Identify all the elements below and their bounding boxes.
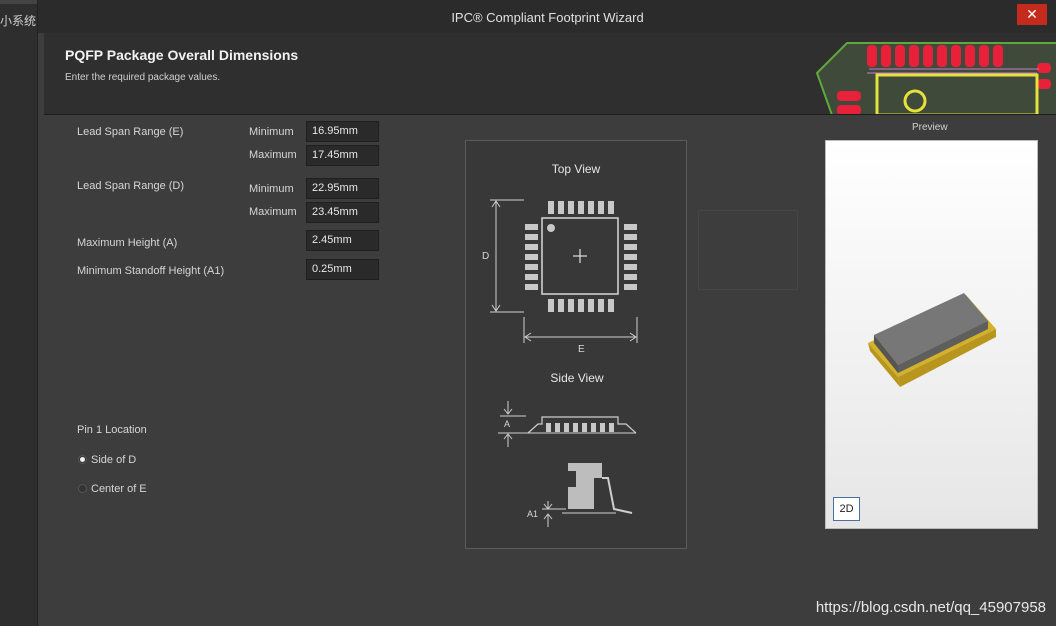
lead-span-d-min-input[interactable]: 22.95mm (306, 178, 379, 199)
pin1-side-of-d-label[interactable]: Side of D (91, 454, 136, 466)
pin1-side-of-d-radio[interactable] (78, 455, 87, 464)
dim-a-label: A (504, 419, 510, 429)
dim-d-label: D (482, 251, 489, 262)
lead-span-d-max-input[interactable]: 23.45mm (306, 202, 379, 223)
background-ghost-panel (698, 210, 798, 290)
lead-span-d-max-label: Maximum (249, 206, 297, 218)
window-title: IPC® Compliant Footprint Wizard (451, 10, 644, 25)
background-app-sidebar: 小系统 (0, 0, 37, 626)
max-height-label: Maximum Height (A) (77, 237, 178, 249)
side-view-drawing (498, 401, 637, 447)
min-standoff-input[interactable]: 0.25mm (306, 259, 379, 280)
screen: 小系统 IPC® Compliant Footprint Wizard ✕ PQ… (0, 0, 1056, 626)
lead-span-e-label: Lead Span Range (E) (77, 126, 184, 138)
pcb-banner-art (807, 33, 1056, 114)
pin1-center-of-e-radio[interactable] (78, 484, 87, 493)
background-top-strip (0, 0, 37, 4)
watermark-url: https://blog.csdn.net/qq_45907958 (815, 599, 1046, 616)
dim-e-label: E (578, 344, 585, 355)
3d-preview-pane[interactable]: 2D (825, 140, 1038, 529)
min-standoff-label: Minimum Standoff Height (A1) (77, 265, 225, 277)
lead-span-e-min-label: Minimum (249, 126, 294, 138)
pin1-center-of-e-label[interactable]: Center of E (91, 483, 147, 495)
dimension-e-line (523, 317, 638, 343)
view-mode-2d-button[interactable]: 2D (833, 497, 860, 521)
background-app-text: 小系统 (0, 14, 37, 28)
diagram-drawing: Top View D E Side View A A1 (482, 162, 638, 527)
lead-span-d-min-label: Minimum (249, 183, 294, 195)
lead-span-e-max-input[interactable]: 17.45mm (306, 145, 379, 166)
top-view-label: Top View (552, 162, 601, 176)
lead-span-e-min-input[interactable]: 16.95mm (306, 121, 379, 142)
standoff-detail-drawing (542, 463, 633, 527)
pin1-marker-dot (547, 224, 555, 232)
lead-span-e-max-label: Maximum (249, 149, 297, 161)
lead-span-d-label: Lead Span Range (D) (77, 180, 185, 192)
wizard-header: PQFP Package Overall Dimensions Enter th… (44, 33, 1056, 115)
preview-label: Preview (912, 122, 948, 133)
close-button[interactable]: ✕ (1017, 4, 1047, 25)
dimension-d-line (490, 199, 524, 313)
page-subtitle: Enter the required package values. (65, 72, 221, 83)
dim-a1-label: A1 (527, 509, 538, 519)
chip-3d-model (868, 293, 996, 387)
pin1-location-label: Pin 1 Location (77, 424, 147, 436)
page-title: PQFP Package Overall Dimensions (65, 47, 299, 63)
side-view-label: Side View (550, 371, 603, 385)
dimension-diagram: Top View D E Side View A A1 (465, 140, 687, 549)
title-bar[interactable]: IPC® Compliant Footprint Wizard ✕ (38, 0, 1056, 33)
max-height-input[interactable]: 2.45mm (306, 230, 379, 251)
footprint-wizard-dialog: IPC® Compliant Footprint Wizard ✕ PQFP P… (37, 0, 1056, 626)
